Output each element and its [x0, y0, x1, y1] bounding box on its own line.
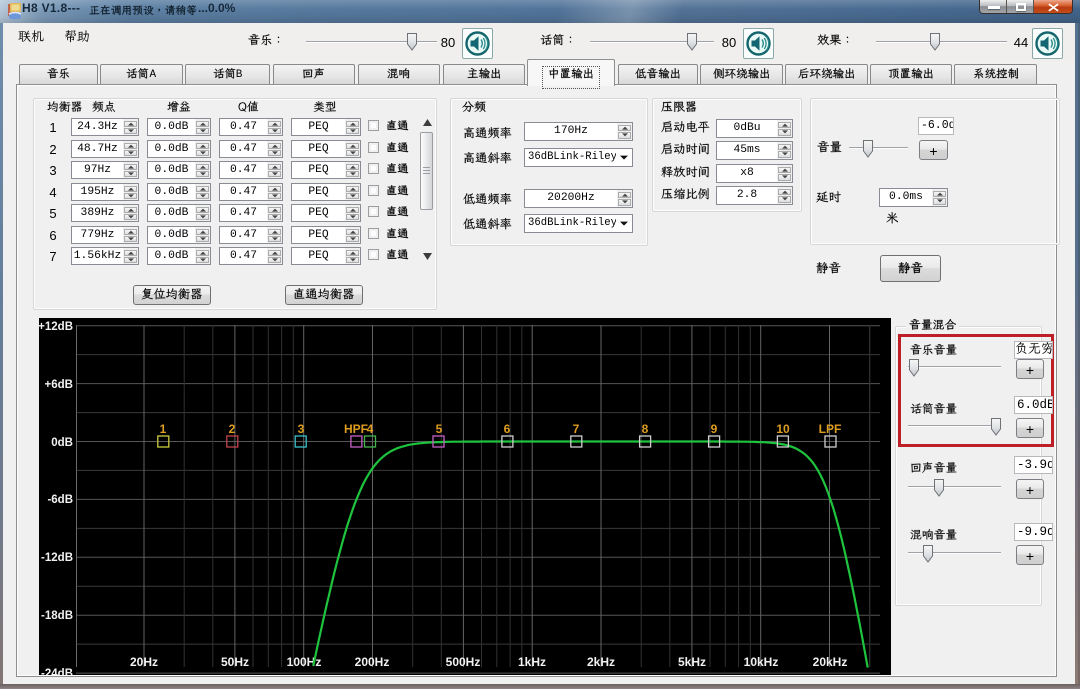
svg-text:50Hz: 50Hz [221, 655, 249, 669]
svg-text:2: 2 [229, 422, 236, 436]
svg-text:4: 4 [367, 422, 374, 436]
svg-text:10kHz: 10kHz [744, 655, 779, 669]
svg-text:200Hz: 200Hz [355, 655, 390, 669]
svg-text:+6dB: +6dB [45, 379, 73, 391]
svg-text:-12dB: -12dB [41, 552, 73, 564]
svg-text:+12dB: +12dB [39, 321, 73, 333]
svg-text:20kHz: 20kHz [813, 655, 848, 669]
svg-text:HPF: HPF [344, 422, 368, 436]
svg-text:10: 10 [776, 422, 790, 436]
svg-text:9: 9 [711, 422, 718, 436]
svg-text:20Hz: 20Hz [130, 655, 158, 669]
svg-text:-6dB: -6dB [47, 494, 73, 506]
svg-text:7: 7 [573, 422, 580, 436]
svg-text:5kHz: 5kHz [678, 655, 706, 669]
svg-text:2kHz: 2kHz [587, 655, 615, 669]
svg-text:-24dB: -24dB [41, 668, 73, 675]
svg-text:LPF: LPF [819, 422, 842, 436]
svg-text:1: 1 [160, 422, 167, 436]
svg-text:3: 3 [298, 422, 305, 436]
svg-text:6: 6 [504, 422, 511, 436]
svg-text:1kHz: 1kHz [518, 655, 546, 669]
svg-text:5: 5 [436, 422, 443, 436]
svg-text:8: 8 [642, 422, 649, 436]
svg-text:0dB: 0dB [51, 437, 73, 449]
svg-text:500Hz: 500Hz [446, 655, 481, 669]
svg-text:-18dB: -18dB [41, 610, 73, 622]
